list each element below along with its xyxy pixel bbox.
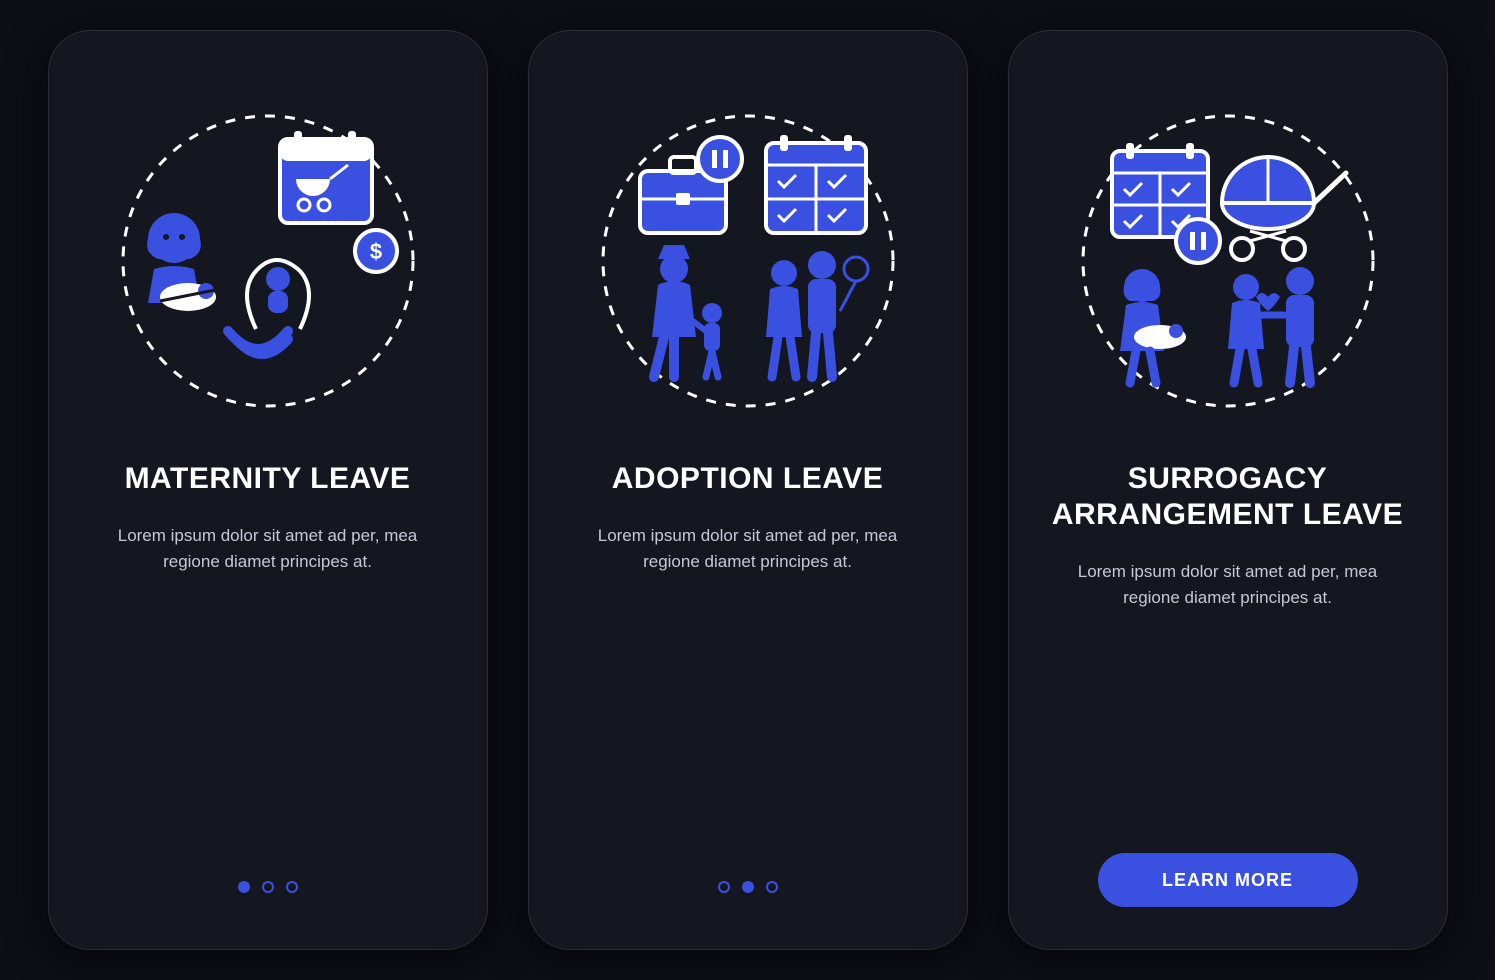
page-dot-2[interactable]: [742, 881, 754, 893]
page-dot-1[interactable]: [238, 881, 250, 893]
calendar-checks-pause-icon: [1112, 143, 1220, 263]
page-dot-3[interactable]: [766, 881, 778, 893]
money-icon: $: [355, 230, 397, 272]
screen-description: Lorem ipsum dolor sit amet ad per, mea r…: [103, 523, 433, 576]
page-dot-3[interactable]: [286, 881, 298, 893]
onboarding-screen-2: Adoption Leave Lorem ipsum dolor sit ame…: [528, 30, 968, 950]
page-dot-1[interactable]: [718, 881, 730, 893]
onboarding-screen-1: $ Maternity Leave Lorem ipsum dolor sit …: [48, 30, 488, 950]
page-indicator: [718, 881, 778, 893]
calendar-checks-icon: [766, 135, 866, 233]
svg-text:$: $: [369, 239, 381, 264]
woman-with-baby-icon: [147, 213, 220, 311]
couple-heart-icon: [1228, 267, 1314, 383]
screen-title: Maternity Leave: [125, 461, 411, 497]
onboarding-screen-3: Surrogacy Arrangement Leave Lorem ipsum …: [1008, 30, 1448, 950]
screen-title: Surrogacy Arrangement Leave: [1052, 461, 1403, 533]
calendar-stroller-icon: [280, 131, 372, 223]
woman-with-baby-icon: [1120, 269, 1186, 383]
screen-title: Adoption Leave: [612, 461, 883, 497]
learn-more-button[interactable]: LEARN MORE: [1098, 853, 1358, 907]
child-in-hands-icon: [228, 260, 309, 354]
stroller-icon: [1222, 157, 1346, 260]
screen-description: Lorem ipsum dolor sit amet ad per, mea r…: [583, 523, 913, 576]
surrogacy-illustration: [1068, 101, 1388, 421]
page-dot-2[interactable]: [262, 881, 274, 893]
screen-description: Lorem ipsum dolor sit amet ad per, mea r…: [1063, 559, 1393, 612]
official-with-child-icon: [652, 245, 722, 377]
adoption-illustration: [588, 101, 908, 421]
family-balloon-icon: [766, 251, 868, 377]
page-indicator: [238, 881, 298, 893]
maternity-illustration: $: [108, 101, 428, 421]
